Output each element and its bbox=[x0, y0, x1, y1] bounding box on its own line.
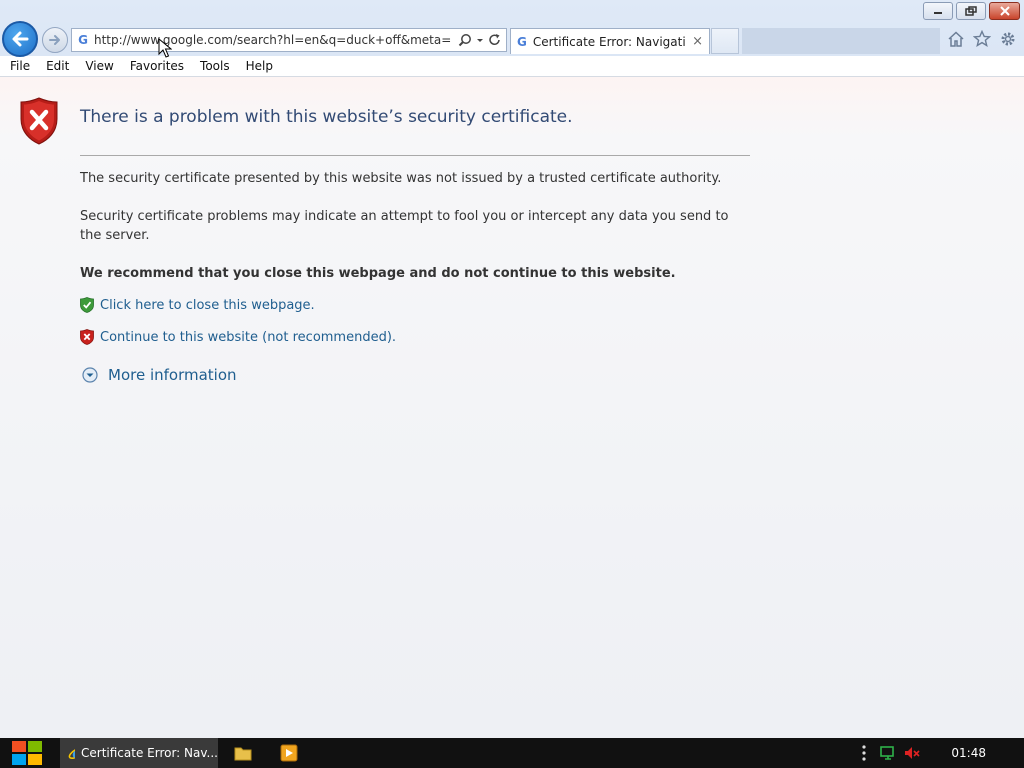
divider bbox=[80, 155, 750, 156]
security-warning: Security certificate problems may indica… bbox=[80, 209, 729, 243]
restore-button[interactable] bbox=[956, 2, 986, 20]
home-icon bbox=[948, 31, 964, 47]
internet-explorer-icon: e bbox=[68, 744, 75, 762]
svg-text:e: e bbox=[72, 744, 75, 762]
menu-edit[interactable]: Edit bbox=[38, 59, 77, 73]
green-shield-check-icon bbox=[80, 297, 94, 313]
media-player-icon bbox=[280, 744, 298, 762]
google-favicon-icon: G bbox=[78, 33, 88, 47]
browser-chrome: G http://www.google.com/search?hl=en&q=d… bbox=[0, 0, 1024, 57]
close-webpage-link[interactable]: Click here to close this webpage. bbox=[100, 298, 315, 313]
refresh-icon[interactable] bbox=[488, 33, 502, 47]
mouse-cursor-icon bbox=[158, 38, 172, 58]
tab-strip bbox=[742, 28, 940, 54]
error-shield-icon bbox=[20, 97, 58, 145]
volume-muted-icon[interactable] bbox=[903, 744, 921, 762]
page-content: There is a problem with this website’s s… bbox=[0, 77, 1024, 738]
google-favicon-icon: G bbox=[517, 34, 527, 49]
search-icon[interactable] bbox=[458, 33, 472, 47]
close-icon bbox=[999, 6, 1010, 16]
menu-file[interactable]: File bbox=[2, 59, 38, 73]
menu-tools[interactable]: Tools bbox=[192, 59, 238, 73]
continue-website-action[interactable]: Continue to this website (not recommende… bbox=[80, 329, 396, 345]
recommendation-text: We recommend that you close this webpage… bbox=[80, 266, 676, 281]
menu-bar: File Edit View Favorites Tools Help bbox=[0, 56, 1024, 77]
start-button[interactable] bbox=[8, 738, 46, 768]
cert-explanation: The security certificate presented by th… bbox=[80, 171, 722, 186]
address-url[interactable]: http://www.google.com/search?hl=en&q=duc… bbox=[94, 33, 458, 47]
forward-arrow-icon bbox=[49, 35, 60, 45]
minimize-icon bbox=[934, 12, 942, 14]
more-information-toggle[interactable]: More information bbox=[82, 366, 237, 384]
taskbar-media-player[interactable] bbox=[279, 743, 299, 763]
network-icon[interactable] bbox=[879, 744, 897, 762]
taskbar-window-label: Certificate Error: Nav... bbox=[81, 746, 218, 760]
page-title: There is a problem with this website’s s… bbox=[80, 107, 573, 127]
expand-chevron-icon bbox=[82, 367, 98, 383]
tab-close-button[interactable]: × bbox=[692, 34, 709, 49]
back-arrow-icon bbox=[12, 31, 29, 47]
minimize-button[interactable] bbox=[923, 2, 953, 20]
home-button[interactable] bbox=[946, 29, 966, 49]
gear-icon bbox=[1001, 32, 1015, 46]
window-controls bbox=[923, 2, 1020, 20]
menu-favorites[interactable]: Favorites bbox=[122, 59, 192, 73]
forward-button[interactable] bbox=[42, 27, 68, 53]
taskbar: e Certificate Error: Nav... 01:48 bbox=[0, 738, 1024, 768]
settings-button[interactable] bbox=[998, 29, 1018, 49]
continue-website-link[interactable]: Continue to this website (not recommende… bbox=[100, 330, 396, 345]
back-button[interactable] bbox=[2, 21, 38, 57]
menu-view[interactable]: View bbox=[77, 59, 121, 73]
windows-logo-icon bbox=[12, 741, 42, 765]
folder-icon bbox=[234, 747, 252, 761]
tab-certificate-error[interactable]: G Certificate Error: Navigatio... × bbox=[510, 28, 710, 54]
red-shield-x-icon bbox=[80, 329, 94, 345]
close-webpage-action[interactable]: Click here to close this webpage. bbox=[80, 297, 315, 313]
tab-title: Certificate Error: Navigatio... bbox=[532, 34, 686, 49]
address-bar[interactable]: G http://www.google.com/search?hl=en&q=d… bbox=[71, 28, 507, 52]
system-tray: 01:48 bbox=[861, 738, 1024, 768]
tray-overflow-icon[interactable] bbox=[861, 744, 867, 762]
toolbar-right-icons bbox=[946, 29, 1018, 49]
new-tab-button[interactable] bbox=[711, 28, 739, 54]
address-tools bbox=[458, 33, 506, 47]
menu-help[interactable]: Help bbox=[238, 59, 281, 73]
taskbar-file-explorer[interactable] bbox=[233, 743, 253, 763]
restore-icon bbox=[965, 6, 977, 16]
more-information-label[interactable]: More information bbox=[108, 366, 237, 384]
clock: 01:48 bbox=[951, 746, 986, 760]
star-icon bbox=[973, 30, 991, 47]
dropdown-chevron-icon[interactable] bbox=[476, 33, 484, 47]
favorites-button[interactable] bbox=[972, 29, 992, 49]
close-window-button[interactable] bbox=[989, 2, 1020, 20]
taskbar-ie-window[interactable]: e Certificate Error: Nav... bbox=[60, 738, 218, 768]
